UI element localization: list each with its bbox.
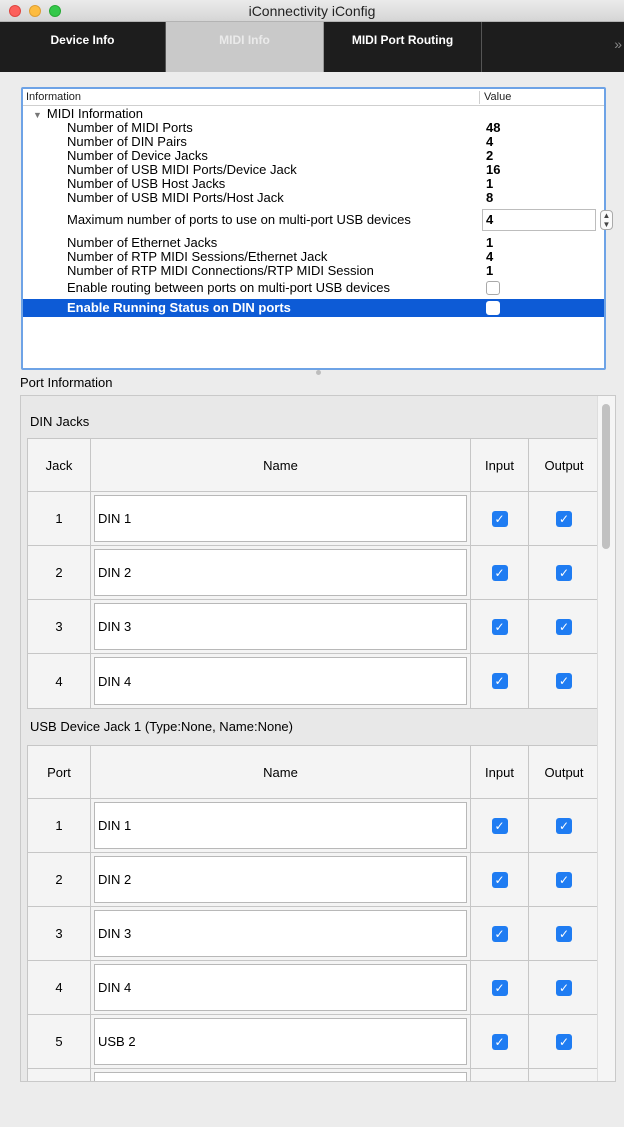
scrollbar-thumb[interactable] <box>602 404 610 549</box>
column-header-information[interactable]: Information <box>26 91 81 103</box>
tree-group-midi-information[interactable]: ▼ MIDI Information <box>23 107 604 121</box>
port-name-input[interactable]: DIN 2 <box>94 856 467 903</box>
info-row-max-ports[interactable]: Maximum number of ports to use on multi-… <box>23 208 613 232</box>
info-row[interactable]: Number of RTP MIDI Connections/RTP MIDI … <box>23 264 604 278</box>
output-checkbox[interactable]: ✓ <box>556 925 572 942</box>
info-row-enable-routing[interactable]: Enable routing between ports on multi-po… <box>23 281 604 295</box>
info-row[interactable]: Number of MIDI Ports 48 <box>23 121 604 135</box>
port-name-input[interactable]: DIN 1 <box>94 495 467 542</box>
input-checkbox[interactable]: ✓ <box>491 618 508 635</box>
info-row[interactable]: Number of DIN Pairs 4 <box>23 135 604 149</box>
port-name-input[interactable]: USB 2 <box>94 1018 467 1065</box>
output-checkbox[interactable]: ✓ <box>556 817 572 834</box>
window-title: iConnectivity iConfig <box>248 3 376 19</box>
column-header-name: Name <box>90 439 471 491</box>
input-checkbox[interactable]: ✓ <box>491 817 508 834</box>
input-checkbox[interactable]: ✓ <box>491 925 508 942</box>
table-row-partial <box>28 1069 597 1081</box>
usb-device-jack-table: Port Name Input Output 1 DIN 1 ✓ ✓ 2 DIN… <box>27 745 598 1081</box>
running-status-checkbox[interactable] <box>486 301 500 315</box>
max-ports-input[interactable]: 4 <box>482 209 596 231</box>
info-row[interactable]: Number of USB MIDI Ports/Device Jack 16 <box>23 163 604 177</box>
input-checkbox[interactable]: ✓ <box>491 1033 508 1050</box>
input-checkbox[interactable]: ✓ <box>491 979 508 996</box>
table-row: 3 DIN 3 ✓ ✓ <box>28 907 597 961</box>
column-header-value[interactable]: Value <box>484 91 511 103</box>
column-header-output: Output <box>544 764 584 780</box>
usb-device-jack-title: USB Device Jack 1 (Type:None, Name:None) <box>30 719 293 734</box>
input-checkbox[interactable]: ✓ <box>491 871 508 888</box>
table-row: 1 DIN 1 ✓ ✓ <box>28 799 597 853</box>
input-checkbox[interactable]: ✓ <box>491 564 508 581</box>
info-row-running-status[interactable]: Enable Running Status on DIN ports <box>23 299 604 317</box>
output-checkbox[interactable]: ✓ <box>556 564 572 581</box>
port-name-input[interactable]: DIN 3 <box>94 603 467 650</box>
tab-overflow-icon[interactable]: » <box>614 36 622 52</box>
info-row[interactable]: Number of Device Jacks 2 <box>23 149 604 163</box>
input-checkbox[interactable]: ✓ <box>491 510 508 527</box>
table-row: 5 USB 2 ✓ ✓ <box>28 1015 597 1069</box>
din-jacks-table: Jack Name Input Output 1 DIN 1 ✓ ✓ 2 DIN… <box>27 438 598 709</box>
enable-routing-checkbox[interactable] <box>486 281 500 295</box>
table-row: 4 DIN 4 ✓ ✓ <box>28 961 597 1015</box>
port-name-input[interactable]: DIN 4 <box>94 657 467 705</box>
tab-midi-port-routing[interactable]: MIDI Port Routing <box>324 22 482 72</box>
input-checkbox[interactable]: ✓ <box>491 673 508 689</box>
column-header-port: Port <box>47 764 71 780</box>
port-panel-scrollbar[interactable] <box>597 396 615 1081</box>
max-ports-stepper[interactable]: ▲ ▼ <box>600 210 613 230</box>
port-information-label: Port Information <box>20 375 113 390</box>
port-name-input[interactable]: DIN 4 <box>94 964 467 1011</box>
output-checkbox[interactable]: ✓ <box>556 871 572 888</box>
output-checkbox[interactable]: ✓ <box>556 979 572 996</box>
port-name-input[interactable]: DIN 1 <box>94 802 467 849</box>
port-name-input[interactable]: DIN 2 <box>94 549 467 596</box>
table-row: 2 DIN 2 ✓ ✓ <box>28 853 597 907</box>
info-row[interactable]: Number of Ethernet Jacks 1 <box>23 236 604 250</box>
table-row: 2 DIN 2 ✓ ✓ <box>28 546 597 600</box>
column-header-input: Input <box>471 746 529 798</box>
split-resize-handle[interactable] <box>316 370 321 375</box>
table-row: 3 DIN 3 ✓ ✓ <box>28 600 597 654</box>
info-row[interactable]: Number of RTP MIDI Sessions/Ethernet Jac… <box>23 250 604 264</box>
table-header-row: Jack Name Input Output <box>28 439 597 492</box>
port-information-panel[interactable]: DIN Jacks Jack Name Input Output 1 DIN 1… <box>20 395 616 1082</box>
column-header-name: Name <box>90 746 471 798</box>
title-bar: iConnectivity iConfig <box>0 0 624 22</box>
column-header-output: Output <box>544 457 584 473</box>
port-name-input[interactable]: DIN 3 <box>94 910 467 957</box>
tab-device-info[interactable]: Device Info <box>0 22 166 72</box>
info-row[interactable]: Number of USB Host Jacks 1 <box>23 177 604 191</box>
table-header-row: Port Name Input Output <box>28 746 597 799</box>
table-row: 4 DIN 4 ✓ ✓ <box>28 654 597 708</box>
tab-midi-info[interactable]: MIDI Info <box>166 22 324 72</box>
column-header-input: Input <box>471 439 529 491</box>
output-checkbox[interactable]: ✓ <box>556 1033 572 1050</box>
info-table-header: Information Value <box>23 89 604 106</box>
window-footer <box>0 1082 624 1127</box>
tab-bar: Device Info MIDI Info MIDI Port Routing … <box>0 22 624 72</box>
column-header-jack: Jack <box>45 457 73 473</box>
midi-info-table[interactable]: Information Value ▼ MIDI Information Numb… <box>21 87 613 370</box>
disclosure-triangle-icon[interactable]: ▼ <box>33 108 42 122</box>
table-row: 1 DIN 1 ✓ ✓ <box>28 492 597 546</box>
din-jacks-title: DIN Jacks <box>30 414 90 429</box>
port-name-input[interactable] <box>94 1072 467 1081</box>
output-checkbox[interactable]: ✓ <box>556 673 572 689</box>
info-row[interactable]: Number of USB MIDI Ports/Host Jack 8 <box>23 191 604 205</box>
output-checkbox[interactable]: ✓ <box>556 618 572 635</box>
output-checkbox[interactable]: ✓ <box>556 510 572 527</box>
